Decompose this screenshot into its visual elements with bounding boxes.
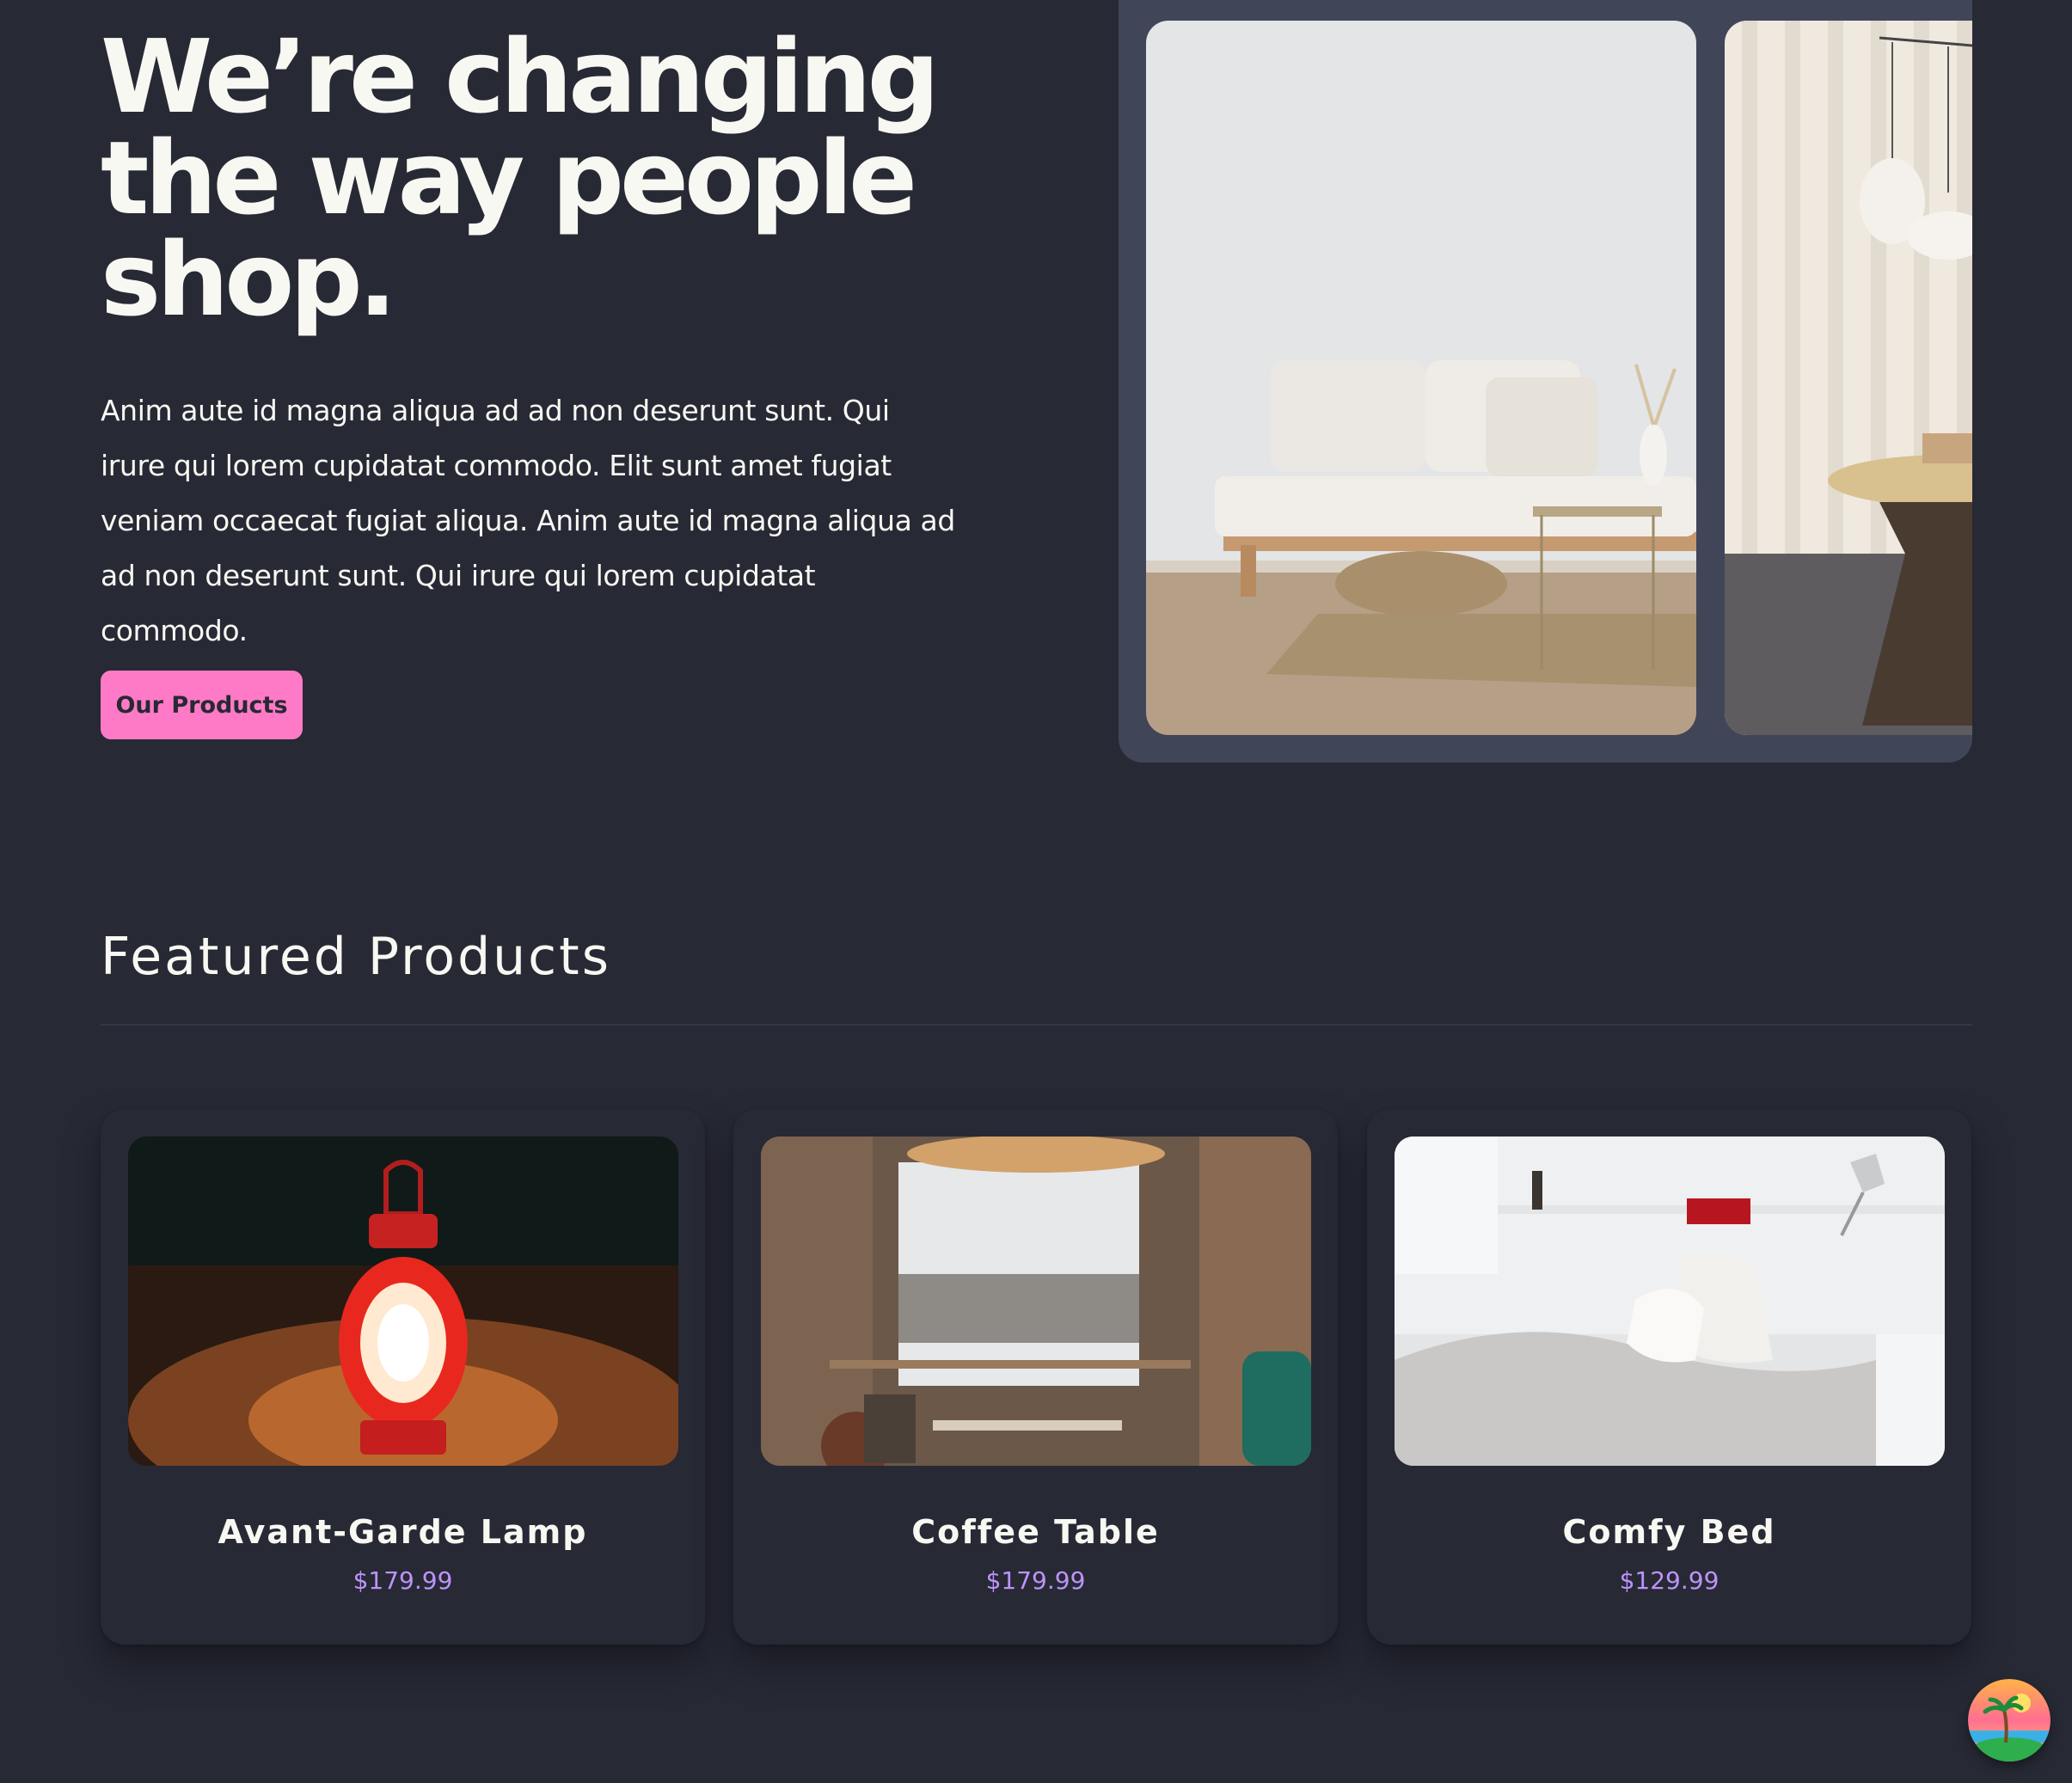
section-divider <box>101 1024 1972 1026</box>
product-price: $179.99 <box>352 1566 453 1595</box>
product-card-bed[interactable]: Comfy Bed $129.99 <box>1367 1109 1971 1645</box>
product-card-lamp[interactable]: Avant-Garde Lamp $179.99 <box>101 1109 705 1645</box>
carousel-slide-sofa[interactable] <box>1146 21 1696 735</box>
hero-title-line-3: shop. <box>101 220 397 339</box>
product-name[interactable]: Comfy Bed <box>1367 1513 1971 1551</box>
hero-title: We’re changing the way people shop. <box>101 26 960 330</box>
red-lantern-photo <box>128 1137 678 1466</box>
living-room-sofa-photo <box>1146 21 1696 735</box>
hero-description: Anim aute id magna aliqua ad ad non dese… <box>101 394 955 647</box>
product-name[interactable]: Coffee Table <box>733 1513 1338 1551</box>
product-price: $179.99 <box>985 1566 1086 1595</box>
our-products-button[interactable]: Our Products <box>101 671 303 739</box>
featured-products-title: Featured Products <box>101 927 611 987</box>
product-price: $129.99 <box>1619 1566 1720 1595</box>
cafe-interior-photo <box>761 1137 1311 1466</box>
product-image-lamp[interactable] <box>128 1137 678 1466</box>
page: We’re changing the way people shop. Anim… <box>0 0 2072 1783</box>
carousel-slide-pendant[interactable] <box>1725 21 1972 735</box>
product-image-bed[interactable] <box>1395 1137 1945 1466</box>
product-card-coffee-table[interactable]: Coffee Table $179.99 <box>733 1109 1338 1645</box>
theme-switcher-button[interactable] <box>1968 1679 2051 1762</box>
palm-beach-theme-icon <box>1968 1679 2051 1762</box>
pendant-lamp-table-photo <box>1725 21 1972 735</box>
white-bed-photo <box>1395 1137 1945 1466</box>
hero-carousel[interactable] <box>1119 0 1972 763</box>
product-image-coffee-table[interactable] <box>761 1137 1311 1466</box>
product-name[interactable]: Avant-Garde Lamp <box>101 1513 705 1551</box>
